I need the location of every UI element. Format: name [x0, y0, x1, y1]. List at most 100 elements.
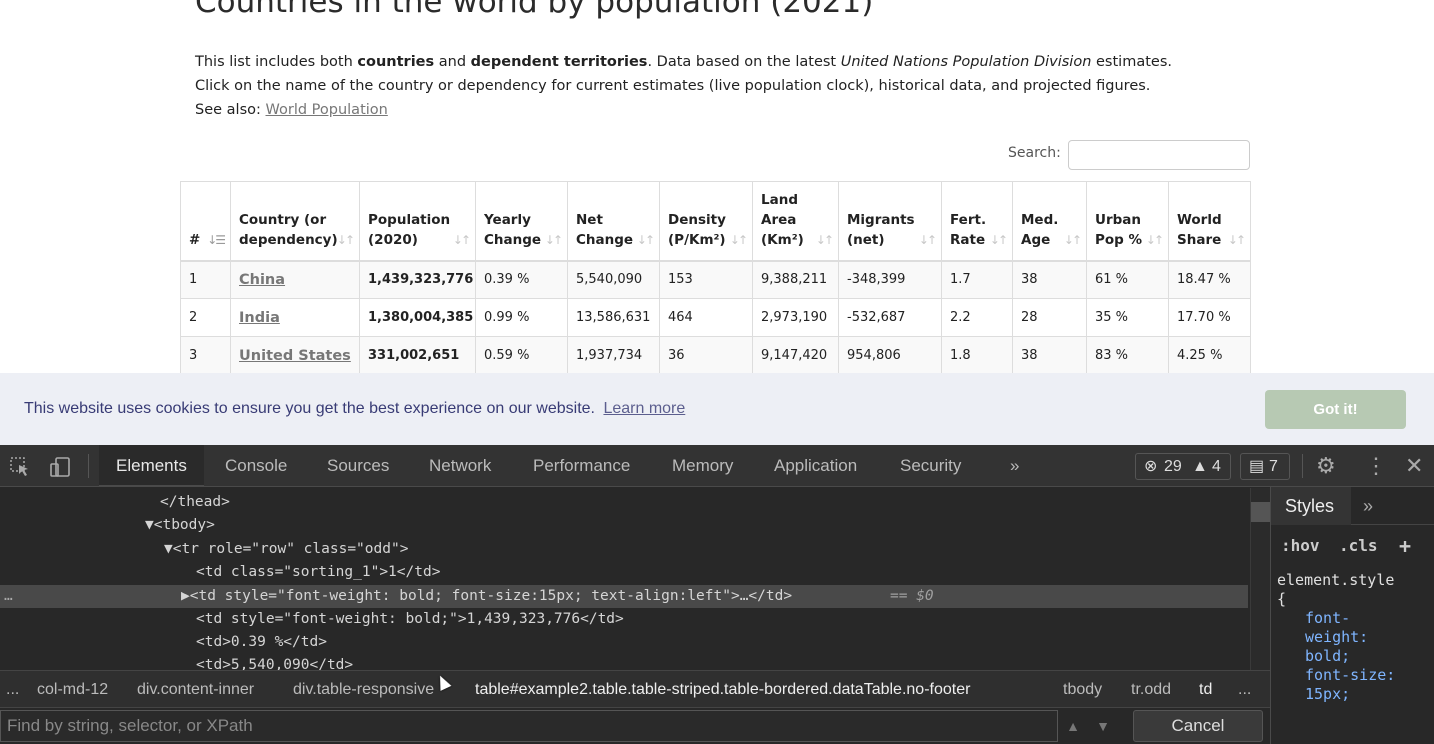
toolbar-divider: [88, 454, 89, 478]
breadcrumb-item[interactable]: table#example2.table.table-striped.table…: [475, 671, 970, 708]
styles-filter-bar: :hov .cls +: [1271, 533, 1434, 559]
style-property[interactable]: font-weight: bold;: [1277, 609, 1407, 666]
tab-security[interactable]: Security: [900, 445, 961, 487]
close-devtools-icon[interactable]: ✕: [1405, 445, 1423, 487]
scrollbar-thumb[interactable]: [1251, 502, 1270, 522]
styles-more-tabs-icon[interactable]: »: [1363, 487, 1373, 525]
tab-sources[interactable]: Sources: [327, 445, 389, 487]
col-header-net-change[interactable]: Net Change ↓↑: [567, 181, 660, 262]
intro-line-2: Click on the name of the country or depe…: [195, 78, 1151, 94]
cell-yearly-change: 0.39 %: [475, 260, 568, 299]
breadcrumb-item[interactable]: div.table-responsive: [293, 671, 434, 708]
dom-node[interactable]: <td>0.39 %</td>: [196, 631, 327, 654]
style-property[interactable]: font-size: 15px;: [1277, 666, 1407, 704]
breadcrumb-item[interactable]: div.content-inner: [137, 671, 254, 708]
intro-line-1: This list includes both countries and de…: [195, 54, 1172, 70]
search-label: Search:: [1008, 145, 1061, 161]
accept-cookies-button[interactable]: Got it!: [1265, 390, 1406, 429]
cell-country: United States: [230, 336, 360, 375]
sort-icon: ↓↑: [918, 232, 937, 247]
hover-state-toggle[interactable]: :hov: [1281, 533, 1320, 559]
issues-counter[interactable]: ⊗ 29 ▲ 4: [1135, 453, 1231, 480]
tab-network[interactable]: Network: [429, 445, 491, 487]
col-header-fert-rate[interactable]: Fert. Rate ↓↑: [941, 181, 1013, 262]
dom-node[interactable]: </thead>: [160, 491, 230, 514]
inspect-element-icon[interactable]: [10, 445, 30, 487]
breadcrumb-overflow-left[interactable]: ...: [6, 671, 19, 708]
error-icon: ⊗: [1144, 458, 1158, 475]
device-toolbar-icon[interactable]: [49, 445, 71, 487]
find-input[interactable]: Find by string, selector, or XPath: [0, 710, 1058, 742]
breadcrumb-item-current[interactable]: td: [1199, 671, 1212, 708]
country-link[interactable]: India: [239, 310, 280, 326]
cell-urban-pop: 83 %: [1086, 336, 1169, 375]
col-header-urban-pop[interactable]: Urban Pop % ↓↑: [1086, 181, 1169, 262]
more-tabs-icon[interactable]: »: [1010, 445, 1019, 487]
col-header-world-share[interactable]: World Share ↓↑: [1168, 181, 1251, 262]
cell-med-age: 38: [1012, 336, 1087, 375]
find-previous-icon[interactable]: ▲: [1059, 710, 1087, 742]
search-input[interactable]: [1068, 140, 1250, 170]
col-header-population[interactable]: Population (2020) ↓↑: [359, 181, 476, 262]
styles-pane: Styles » :hov .cls + element.style { fon…: [1270, 487, 1434, 744]
cell-world-share: 4.25 %: [1168, 336, 1251, 375]
breadcrumb-item[interactable]: col-md-12: [37, 671, 108, 708]
breadcrumb: ... col-md-12 div.content-inner div.tabl…: [0, 670, 1270, 708]
dom-node-selected[interactable]: … ▶<td style="font-weight: bold; font-si…: [0, 585, 1248, 608]
breadcrumb-item[interactable]: tbody: [1063, 671, 1102, 708]
warning-count: 4: [1212, 458, 1221, 475]
cell-net-change: 1,937,734: [567, 336, 660, 375]
col-header-migrants[interactable]: Migrants (net) ↓↑: [838, 181, 942, 262]
tab-performance[interactable]: Performance: [533, 445, 630, 487]
cell-world-share: 18.47 %: [1168, 260, 1251, 299]
cell-migrants: 954,806: [838, 336, 942, 375]
dom-node[interactable]: <td style="font-weight: bold;">1,439,323…: [196, 608, 624, 631]
dom-node[interactable]: ▼<tbody>: [145, 514, 215, 537]
table-row: 1 China 1,439,323,776 0.39 % 5,540,090 1…: [180, 260, 1251, 299]
messages-counter[interactable]: ▤ 7: [1240, 453, 1290, 480]
cookie-message: This website uses cookies to ensure you …: [24, 400, 686, 417]
col-header-density[interactable]: Density (P/Km²) ↓↑: [659, 181, 753, 262]
learn-more-link[interactable]: Learn more: [603, 400, 685, 417]
dom-node[interactable]: ▼<tr role="row" class="odd">: [164, 538, 408, 561]
sort-icon: ↓↑: [729, 232, 748, 247]
breadcrumb-overflow-right[interactable]: ...: [1238, 671, 1251, 708]
find-next-icon[interactable]: ▼: [1089, 710, 1117, 742]
cell-migrants: -532,687: [838, 298, 942, 337]
cell-country: China: [230, 260, 360, 299]
col-header-rank[interactable]: # ↓☰: [180, 181, 231, 262]
world-population-link[interactable]: World Population: [266, 102, 388, 118]
find-cancel-button[interactable]: Cancel: [1133, 710, 1263, 742]
dom-node[interactable]: <td>5,540,090</td>: [196, 654, 353, 670]
cell-med-age: 38: [1012, 260, 1087, 299]
settings-gear-icon[interactable]: ⚙: [1316, 445, 1336, 487]
cell-yearly-change: 0.99 %: [475, 298, 568, 337]
add-rule-icon[interactable]: +: [1399, 533, 1411, 559]
node-actions-icon[interactable]: …: [4, 585, 13, 608]
col-header-med-age[interactable]: Med. Age ↓↑: [1012, 181, 1087, 262]
dom-node[interactable]: <td class="sorting_1">1</td>: [196, 561, 440, 584]
cell-yearly-change: 0.59 %: [475, 336, 568, 375]
tab-application[interactable]: Application: [774, 445, 857, 487]
breadcrumb-item[interactable]: tr.odd: [1131, 671, 1171, 708]
more-options-icon[interactable]: ⋮: [1365, 445, 1387, 487]
col-header-country[interactable]: Country (or dependency) ↓↑: [230, 181, 360, 262]
country-link[interactable]: China: [239, 272, 285, 288]
tab-elements[interactable]: Elements: [99, 445, 204, 487]
tab-memory[interactable]: Memory: [672, 445, 733, 487]
message-count: 7: [1269, 458, 1278, 475]
class-toggle[interactable]: .cls: [1339, 533, 1378, 559]
country-link[interactable]: United States: [239, 348, 351, 364]
cell-urban-pop: 35 %: [1086, 298, 1169, 337]
elements-scrollbar[interactable]: [1250, 488, 1270, 670]
find-bar: Find by string, selector, or XPath ▲ ▼ C…: [0, 708, 1270, 744]
cell-density: 464: [659, 298, 753, 337]
cell-fert-rate: 2.2: [941, 298, 1013, 337]
tab-styles[interactable]: Styles: [1271, 487, 1351, 525]
sort-ascending-icon: ↓☰: [207, 232, 226, 247]
col-header-land-area[interactable]: Land Area (Km²) ↓↑: [752, 181, 839, 262]
page-title: Countries in the world by population (20…: [195, 0, 874, 20]
cell-land-area: 9,388,211: [752, 260, 839, 299]
col-header-yearly-change[interactable]: Yearly Change ↓↑: [475, 181, 568, 262]
tab-console[interactable]: Console: [225, 445, 287, 487]
